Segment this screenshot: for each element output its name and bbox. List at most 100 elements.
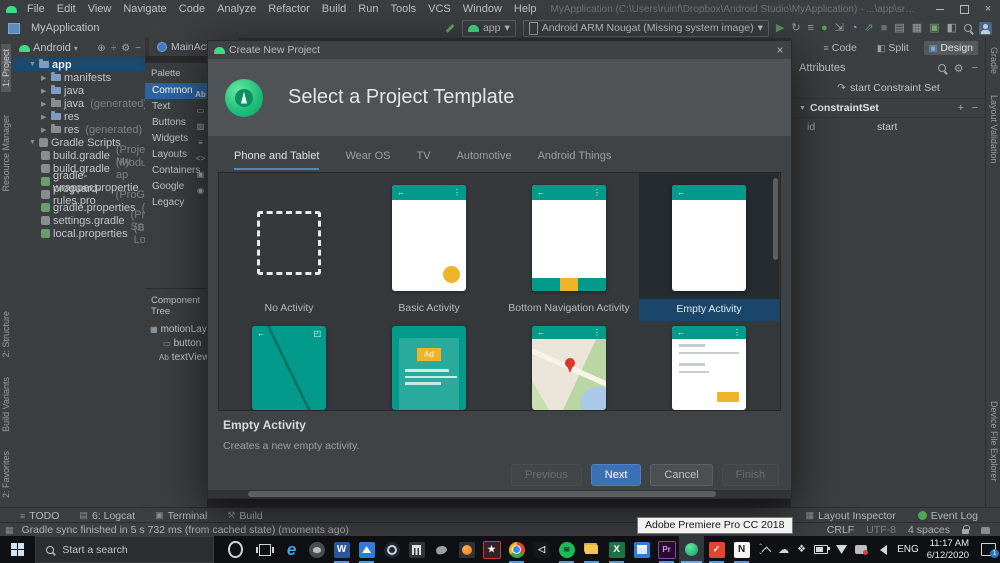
collapse-all-icon[interactable]: ÷: [111, 43, 117, 54]
tool-strip-favorites[interactable]: 2: Favorites: [1, 446, 11, 503]
expand-icon[interactable]: ▶: [41, 74, 48, 82]
taskbar-star-app[interactable]: ★: [479, 536, 504, 563]
tree-item-settings-gradle[interactable]: settings.gradle(Project Se: [13, 209, 168, 233]
tool-strip-layout-validation[interactable]: Layout Validation: [989, 90, 999, 168]
expand-icon[interactable]: ▶: [41, 87, 48, 95]
template-bottom-navigation-activity[interactable]: ← ⋮ Bottom Navigation Activity: [499, 173, 639, 321]
template-admob-ads-activity[interactable]: Ad: [359, 321, 499, 410]
tool-strip-project[interactable]: 1: Project: [1, 44, 11, 93]
tree-item-manifests[interactable]: ▶ manifests: [13, 71, 145, 84]
onedrive-icon[interactable]: ☁: [778, 543, 789, 556]
tree-item-java-generated[interactable]: ▶ java (generated): [13, 97, 147, 110]
taskbar-chrome[interactable]: [504, 536, 529, 563]
tab-android-things[interactable]: Android Things: [538, 150, 612, 170]
template-basic-activity[interactable]: ← ⋮ Basic Activity: [359, 173, 499, 321]
hide-panel-icon[interactable]: −: [135, 43, 141, 54]
tree-item-gradle-properties[interactable]: gradle.properties(Projec: [13, 201, 176, 214]
taskbar-todoist[interactable]: ✓: [704, 536, 729, 563]
device-manager-icon[interactable]: ◧: [947, 18, 957, 38]
tab-phone-and-tablet[interactable]: Phone and Tablet: [234, 150, 320, 170]
encoding-indicator[interactable]: UTF-8: [866, 524, 896, 536]
tree-item-app[interactable]: ▼ app: [13, 58, 145, 71]
menu-code[interactable]: Code: [173, 3, 211, 15]
taskbar-orange-app[interactable]: [454, 536, 479, 563]
screen-recorder-icon[interactable]: [855, 545, 869, 555]
textview-component-icon[interactable]: Ab: [194, 87, 207, 103]
taskbar-premiere[interactable]: Pr: [654, 536, 679, 563]
tool-strip-device-file-explorer[interactable]: Device File Explorer: [989, 396, 999, 487]
tab-tv[interactable]: TV: [416, 150, 430, 170]
template-empty-activity[interactable]: ← Empty Activity: [639, 173, 779, 321]
tab-wear-os[interactable]: Wear OS: [345, 150, 390, 170]
menu-window[interactable]: Window: [457, 3, 508, 15]
expand-icon[interactable]: ▼: [29, 139, 36, 146]
profiler-icon[interactable]: ◔: [851, 18, 858, 38]
locate-file-icon[interactable]: ⊕: [97, 43, 105, 54]
constraint-set-row[interactable]: ↷ start Constraint Set: [791, 78, 986, 98]
menu-edit[interactable]: Edit: [51, 3, 82, 15]
switch-component-icon[interactable]: ◉: [194, 183, 207, 199]
template-grid-scrollbar[interactable]: [773, 178, 778, 260]
menu-build[interactable]: Build: [316, 3, 352, 15]
mode-design[interactable]: ▣ Design: [923, 41, 978, 55]
action-center-icon[interactable]: 1: [981, 543, 1000, 558]
search-everywhere-icon[interactable]: [964, 24, 972, 32]
taskbar-notion[interactable]: N: [729, 536, 754, 563]
expand-icon[interactable]: ▼: [29, 61, 36, 68]
indent-indicator[interactable]: 4 spaces: [908, 524, 950, 536]
menu-run[interactable]: Run: [352, 3, 384, 15]
taskbar-calendar[interactable]: [629, 536, 654, 563]
code-component-icon[interactable]: <>: [194, 151, 207, 167]
remove-icon[interactable]: −: [972, 102, 978, 114]
run-icon[interactable]: ▶: [776, 18, 784, 38]
attribute-row[interactable]: id start: [791, 118, 986, 136]
taskbar-unity[interactable]: ◁: [529, 536, 554, 563]
build-toolwindow[interactable]: ⚒ Build: [227, 510, 262, 522]
gradle-daemon-icon[interactable]: [981, 526, 990, 534]
layout-component-icon[interactable]: ▣: [194, 167, 207, 183]
template-google-maps-activity[interactable]: ← ⋮: [499, 321, 639, 410]
menu-view[interactable]: View: [82, 3, 118, 15]
taskbar-clock[interactable]: 11:17 AM 6/12/2020: [927, 538, 969, 561]
add-icon[interactable]: +: [958, 102, 964, 114]
event-log-toolwindow[interactable]: Event Log: [917, 510, 978, 522]
tool-strip-resource-manager[interactable]: Resource Manager: [1, 110, 11, 197]
run-menu-icon[interactable]: ≡: [808, 18, 814, 38]
taskbar-file-explorer[interactable]: [579, 536, 604, 563]
taskbar-android-studio[interactable]: [679, 536, 705, 563]
taskbar-gimp[interactable]: [304, 536, 329, 563]
close-button[interactable]: ×: [976, 0, 1000, 18]
taskbar-photos[interactable]: [354, 536, 379, 563]
dialog-close-button[interactable]: ×: [769, 43, 791, 57]
taskbar-mouse-app[interactable]: [429, 536, 454, 563]
attach-debugger-icon[interactable]: ⇲: [835, 18, 844, 38]
menu-navigate[interactable]: Navigate: [117, 3, 172, 15]
wrench-icon[interactable]: [445, 23, 455, 33]
template-no-activity[interactable]: No Activity: [219, 173, 359, 321]
maximize-button[interactable]: [952, 0, 976, 18]
taskbar-spotify[interactable]: ≋: [554, 536, 579, 563]
taskbar-edge[interactable]: e: [279, 536, 304, 563]
taskbar-search[interactable]: Start a search: [35, 536, 215, 563]
apply-changes-icon[interactable]: ↻: [791, 18, 800, 38]
minimize-button[interactable]: [928, 0, 952, 18]
layout-inspector-toolwindow[interactable]: ▦ Layout Inspector: [806, 510, 896, 522]
start-button[interactable]: [0, 536, 35, 563]
toolwindow-switcher-icon[interactable]: ▦: [5, 525, 14, 536]
component-motionlayout[interactable]: ▦ motionLayout: [145, 322, 221, 336]
expand-icon[interactable]: ▶: [41, 113, 48, 121]
battery-icon[interactable]: [814, 545, 831, 554]
menu-file[interactable]: File: [21, 3, 51, 15]
attribute-value[interactable]: start: [877, 121, 897, 133]
cortana-icon[interactable]: [228, 541, 243, 558]
taskbar-word[interactable]: W: [329, 536, 354, 563]
gear-icon[interactable]: ⚙: [954, 62, 964, 75]
menu-analyze[interactable]: Analyze: [211, 3, 262, 15]
tree-item-java[interactable]: ▶ java: [13, 84, 145, 97]
language-indicator[interactable]: ENG: [897, 544, 919, 555]
dialog-horizontal-scrollbar[interactable]: [208, 490, 791, 498]
logcat-toolwindow[interactable]: ▤ 6: Logcat: [79, 510, 135, 522]
gear-icon[interactable]: ⚙: [121, 43, 130, 54]
todo-toolwindow[interactable]: ≡ TODO: [20, 510, 59, 522]
project-view-selector[interactable]: Android: [33, 42, 71, 54]
